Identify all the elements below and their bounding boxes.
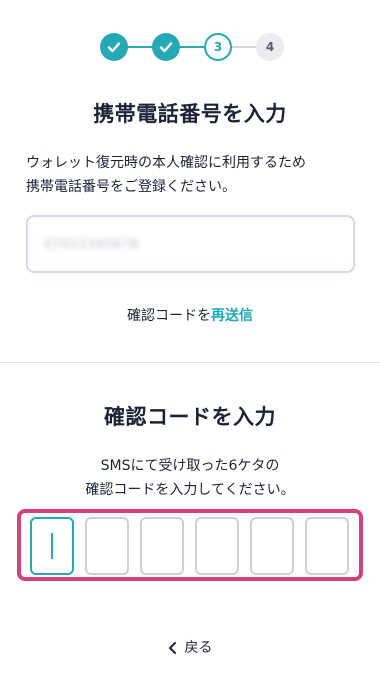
phone-description-line-1: ウォレット復元時の本人確認に利用するため [26, 155, 306, 171]
step-2-complete [152, 33, 180, 61]
resend-row: 確認コードを再送信 [0, 305, 380, 325]
phone-section-title: 携帯電話番号を入力 [93, 102, 287, 126]
step-3-current: 3 [204, 33, 232, 61]
checkmark-icon [107, 42, 121, 53]
code-digit-input-6[interactable] [305, 517, 349, 575]
code-digit-input-5[interactable] [250, 517, 294, 575]
checkmark-icon [159, 42, 173, 53]
back-button[interactable]: 戻る [0, 637, 380, 657]
chevron-left-icon [168, 642, 176, 654]
code-digit-input-3[interactable] [140, 517, 184, 575]
code-section-title: 確認コードを入力 [104, 405, 276, 429]
code-digit-input-1[interactable] [30, 517, 74, 575]
section-divider [0, 362, 380, 363]
back-label: 戻る [184, 640, 213, 656]
phone-number-input[interactable]: 07012345678 [26, 215, 355, 273]
progress-stepper: 3 4 [100, 33, 284, 61]
step-4-upcoming: 4 [256, 33, 284, 61]
text-caret [51, 533, 53, 559]
resend-link[interactable]: 再送信 [211, 308, 253, 324]
step-1-complete [100, 33, 128, 61]
phone-description-line-2: 携帯電話番号をご登録ください。 [26, 179, 236, 195]
code-digit-input-2[interactable] [85, 517, 129, 575]
code-description-line-1: SMSにて受け取った6ケタの [100, 458, 280, 474]
resend-label: 確認コードを [127, 308, 211, 324]
phone-number-value: 07012345678 [44, 237, 139, 251]
code-description-line-2: 確認コードを入力してください。 [85, 482, 295, 498]
code-digit-input-4[interactable] [195, 517, 239, 575]
